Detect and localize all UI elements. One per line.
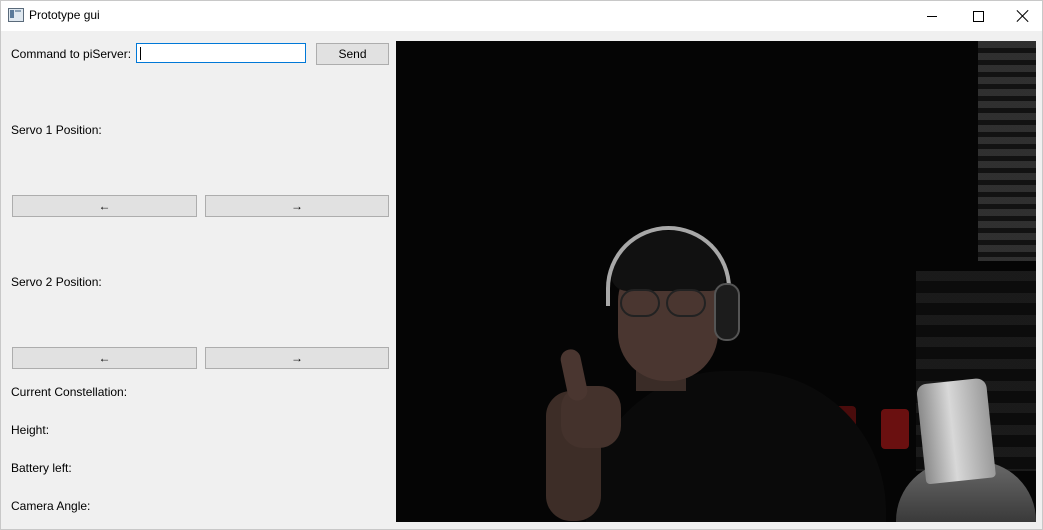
person-body — [586, 371, 886, 522]
white-cup — [915, 377, 997, 485]
height-label: Height: — [11, 423, 50, 437]
maximize-icon — [972, 10, 984, 22]
servo1-right-button[interactable]: → — [205, 195, 389, 217]
servo2-label: Servo 2 Position: — [11, 275, 102, 289]
servo1-left-button[interactable]: ← — [12, 195, 197, 217]
servo2-left-button[interactable]: ← — [12, 347, 197, 369]
glasses-lens-left — [620, 289, 660, 317]
send-button[interactable]: Send — [316, 43, 389, 65]
camera-feed — [396, 41, 1036, 522]
title-bar[interactable]: Prototype gui — [1, 1, 1042, 31]
minimize-icon — [927, 15, 937, 17]
window-blinds — [978, 41, 1036, 261]
maximize-button[interactable] — [955, 1, 1001, 31]
red-cup — [881, 409, 909, 449]
close-button[interactable] — [1000, 1, 1043, 31]
app-window: Prototype gui Command to piServer: Send … — [0, 0, 1043, 530]
close-icon — [1017, 10, 1029, 22]
glasses — [618, 289, 713, 323]
window-title: Prototype gui — [29, 8, 100, 22]
headphone-earcup — [714, 283, 740, 341]
text-cursor — [140, 47, 141, 60]
command-label: Command to piServer: — [11, 47, 132, 61]
minimize-button[interactable] — [909, 1, 955, 31]
constellation-label: Current Constellation: — [11, 385, 128, 399]
glasses-lens-right — [666, 289, 706, 317]
command-input[interactable] — [136, 43, 306, 63]
battery-label: Battery left: — [11, 461, 72, 475]
camera-angle-label: Camera Angle: — [11, 499, 91, 513]
servo2-right-button[interactable]: → — [205, 347, 389, 369]
window-app-icon — [8, 8, 24, 22]
servo1-label: Servo 1 Position: — [11, 123, 102, 137]
